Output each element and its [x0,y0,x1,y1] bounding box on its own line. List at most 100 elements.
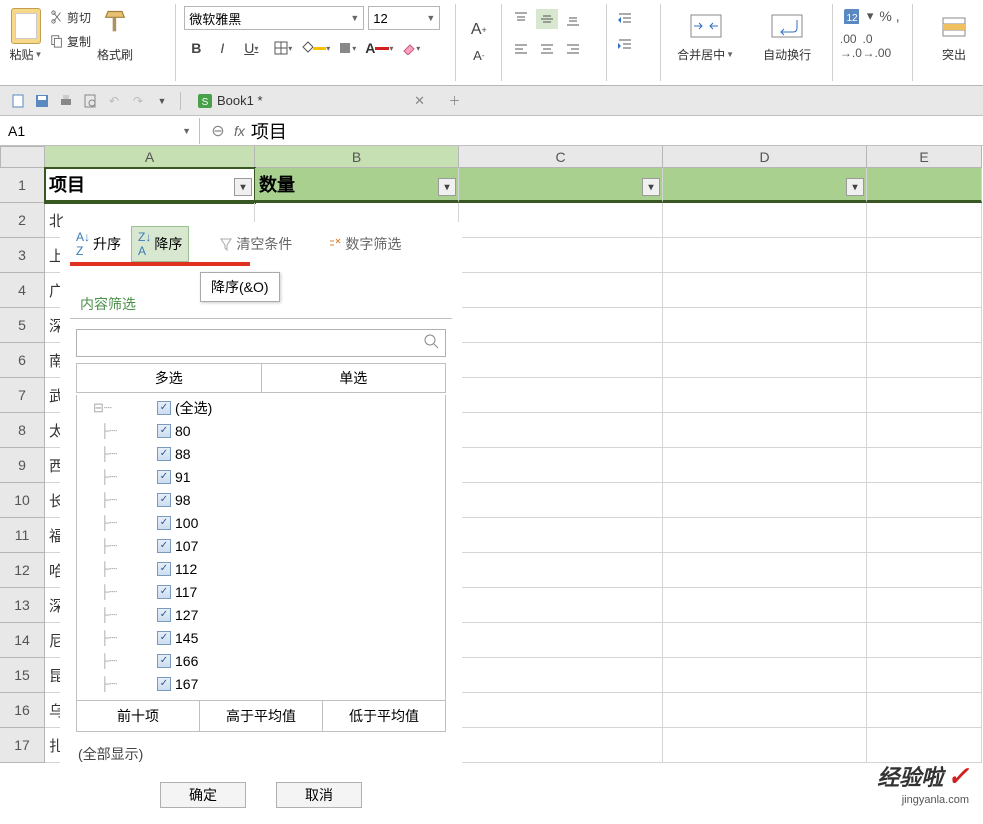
cancel-button[interactable]: 取消 [276,782,362,808]
cell-highlight-button[interactable]: 突出 [933,6,975,76]
merge-center-button[interactable]: 合并居中▼ [669,6,743,76]
cell-E9[interactable] [867,448,982,483]
filter-item[interactable]: ├┈✓107 [77,534,445,557]
align-right-button[interactable] [562,39,584,59]
italic-button[interactable]: I [210,36,234,60]
cell-E7[interactable] [867,378,982,413]
wrap-text-button[interactable]: 自动换行 [750,6,824,76]
align-left-button[interactable] [510,39,532,59]
cell-D8[interactable] [663,413,867,448]
checkbox-icon[interactable]: ✓ [157,424,171,438]
bold-button[interactable]: B [184,36,208,60]
cell-C13[interactable] [459,588,663,623]
cell-E8[interactable] [867,413,982,448]
fill-color-button[interactable]: ▾ [300,36,330,60]
cell-D16[interactable] [663,693,867,728]
cell-D9[interactable] [663,448,867,483]
row-header-14[interactable]: 14 [0,623,45,658]
cell-D5[interactable] [663,308,867,343]
col-header-E[interactable]: E [867,146,982,168]
row-header-9[interactable]: 9 [0,448,45,483]
checkbox-icon[interactable]: ✓ [157,631,171,645]
cell-E4[interactable] [867,273,982,308]
decrease-font-button[interactable]: A- [467,44,491,68]
cell-C3[interactable] [459,238,663,273]
cell-E3[interactable] [867,238,982,273]
cell-D2[interactable] [663,203,867,238]
col-header-D[interactable]: D [663,146,867,168]
cell-E1[interactable] [867,168,982,203]
cell-C15[interactable] [459,658,663,693]
sort-desc-button[interactable]: Z↓A 降序 [131,226,189,262]
select-all-corner[interactable] [0,146,45,168]
filter-item[interactable]: ├┈✓80 [77,419,445,442]
checkbox-icon[interactable]: ✓ [157,516,171,530]
ok-button[interactable]: 确定 [160,782,246,808]
filter-item[interactable]: ├┈✓167 [77,672,445,695]
cell-D11[interactable] [663,518,867,553]
increase-decimal-button[interactable]: .00→.0 [841,36,861,56]
row-header-10[interactable]: 10 [0,483,45,518]
cell-C17[interactable] [459,728,663,763]
cell-E17[interactable] [867,728,982,763]
cell-D3[interactable] [663,238,867,273]
row-header-1[interactable]: 1 [0,168,45,203]
font-size-dropdown[interactable]: 12▼ [368,6,440,30]
filter-item[interactable]: ├┈✓98 [77,488,445,511]
filter-button-A[interactable]: ▾ [234,178,252,196]
copy-button[interactable]: 复制 [50,30,91,52]
cell-C11[interactable] [459,518,663,553]
cell-C1[interactable]: ▾ [459,168,663,203]
format-painter-button[interactable]: 格式刷 [97,6,133,76]
cell-C7[interactable] [459,378,663,413]
cell-D4[interactable] [663,273,867,308]
qat-dropdown[interactable]: ▼ [152,91,172,111]
name-box[interactable]: A1 ▼ [0,118,200,144]
cell-D15[interactable] [663,658,867,693]
checkbox-icon[interactable]: ✓ [157,608,171,622]
cell-B1[interactable]: 数量▾ [255,168,459,203]
row-header-17[interactable]: 17 [0,728,45,763]
above-avg-button[interactable]: 高于平均值 [200,701,323,731]
row-header-8[interactable]: 8 [0,413,45,448]
filter-button-B[interactable]: ▾ [438,178,456,196]
row-header-16[interactable]: 16 [0,693,45,728]
filter-item[interactable]: ├┈✓88 [77,442,445,465]
align-top-button[interactable] [510,9,532,29]
number-filter-button[interactable]: 数字筛选 [322,231,407,257]
cell-E5[interactable] [867,308,982,343]
checkbox-icon[interactable]: ✓ [157,401,171,415]
align-bottom-button[interactable] [562,9,584,29]
fill2-button[interactable]: ▾ [332,36,362,60]
cell-D14[interactable] [663,623,867,658]
cell-D13[interactable] [663,588,867,623]
checkbox-icon[interactable]: ✓ [157,493,171,507]
filter-item[interactable]: ├┈✓117 [77,580,445,603]
checkbox-icon[interactable]: ✓ [157,470,171,484]
cell-C10[interactable] [459,483,663,518]
increase-font-button[interactable]: A+ [467,18,491,42]
checkbox-icon[interactable]: ✓ [157,539,171,553]
formula-value[interactable]: 项目 [251,118,287,144]
increase-indent-button[interactable] [615,35,635,55]
top-ten-button[interactable]: 前十项 [77,701,200,731]
cell-C6[interactable] [459,343,663,378]
row-header-15[interactable]: 15 [0,658,45,693]
cell-D1[interactable]: ▾ [663,168,867,203]
checkbox-icon[interactable]: ✓ [157,585,171,599]
row-header-12[interactable]: 12 [0,553,45,588]
row-header-2[interactable]: 2 [0,203,45,238]
cell-C14[interactable] [459,623,663,658]
number-format-button[interactable]: 12 [841,6,861,26]
content-filter-tab[interactable]: 内容筛选 [70,290,146,318]
cell-E16[interactable] [867,693,982,728]
cell-D10[interactable] [663,483,867,518]
cell-E11[interactable] [867,518,982,553]
checkbox-icon[interactable]: ✓ [157,677,171,691]
cell-C12[interactable] [459,553,663,588]
cell-D6[interactable] [663,343,867,378]
cell-E14[interactable] [867,623,982,658]
cell-E6[interactable] [867,343,982,378]
redo-button[interactable]: ↷ [128,91,148,111]
checkbox-icon[interactable]: ✓ [157,447,171,461]
